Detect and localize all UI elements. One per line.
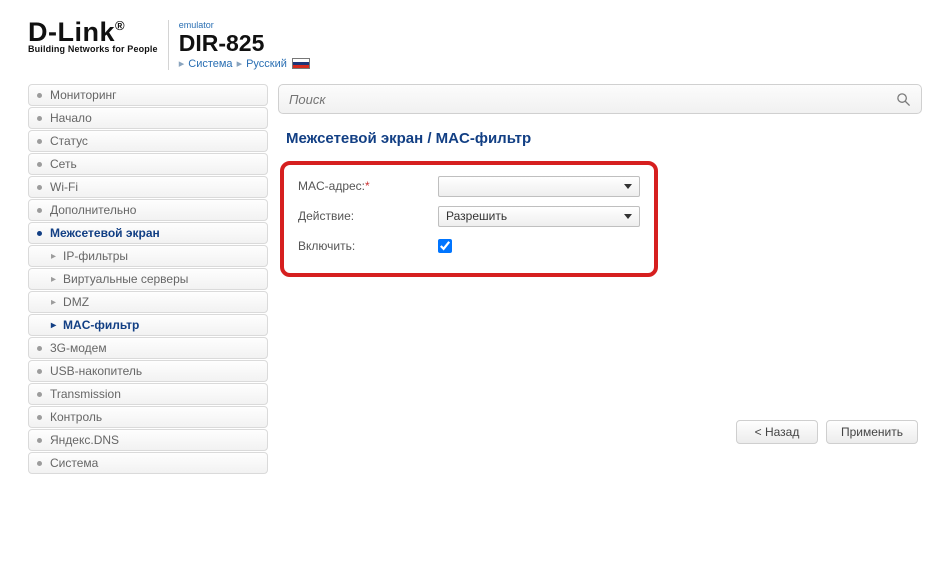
footer-buttons: < Назад Применить [736,420,918,444]
sidebar-item-label: Виртуальные серверы [63,272,188,286]
chevron-right-icon: ▸ [51,251,56,262]
action-value: Разрешить [446,209,507,223]
sidebar-item-label: Начало [50,111,92,125]
chevron-right-icon: ▸ [51,297,56,308]
sidebar-item-start[interactable]: Начало [28,107,268,129]
dot-icon [37,93,42,98]
search-icon[interactable] [896,92,911,107]
dot-icon [37,162,42,167]
sidebar-item-label: Wi-Fi [50,180,78,194]
sidebar-item-transmission[interactable]: Transmission [28,383,268,405]
action-label: Действие: [298,209,438,223]
chevron-down-icon [624,184,632,189]
breadcrumb: ▸ Система ▸ Русский [179,57,310,70]
dot-icon [37,208,42,213]
flag-ru-icon [292,58,310,69]
dot-icon [37,139,42,144]
sidebar-item-label: DMZ [63,295,89,309]
search-input[interactable] [289,92,896,107]
sidebar-item-label: Мониторинг [50,88,117,102]
apply-button[interactable]: Применить [826,420,918,444]
emulator-label: emulator [179,20,310,30]
dot-icon [37,461,42,466]
sidebar-item-monitoring[interactable]: Мониторинг [28,84,268,106]
chevron-right-icon: ▸ [51,320,56,331]
sidebar-item-advanced[interactable]: Дополнительно [28,199,268,221]
dot-icon [37,392,42,397]
brand-tagline: Building Networks for People [28,44,158,54]
sidebar-item-status[interactable]: Статус [28,130,268,152]
sidebar-item-system[interactable]: Система [28,452,268,474]
model-name: DIR-825 [179,30,310,57]
logo: D-Link® Building Networks for People [28,20,158,54]
action-select[interactable]: Разрешить [438,206,640,227]
dot-icon [37,369,42,374]
dot-icon [37,116,42,121]
enable-checkbox[interactable] [438,239,452,253]
sidebar-item-label: IP-фильтры [63,249,128,263]
sidebar-sub-mac-filter[interactable]: ▸ MAC-фильтр [28,314,268,336]
dot-icon [37,231,42,236]
chevron-right-icon: ▸ [179,57,185,70]
sidebar-item-label: USB-накопитель [50,364,142,378]
chevron-down-icon [624,214,632,219]
sidebar-item-yandex-dns[interactable]: Яндекс.DNS [28,429,268,451]
header: D-Link® Building Networks for People emu… [28,20,922,80]
sidebar-item-label: MAC-фильтр [63,318,139,332]
sidebar-item-network[interactable]: Сеть [28,153,268,175]
search-bar [278,84,922,114]
enable-label: Включить: [298,239,438,253]
breadcrumb-system[interactable]: Система [188,58,232,70]
mac-address-select[interactable] [438,176,640,197]
back-button[interactable]: < Назад [736,420,818,444]
sidebar-item-label: Сеть [50,157,77,171]
dot-icon [37,185,42,190]
dot-icon [37,346,42,351]
chevron-right-icon: ▸ [51,274,56,285]
dot-icon [37,438,42,443]
sidebar-item-label: Межсетевой экран [50,226,160,240]
dot-icon [37,415,42,420]
sidebar-item-firewall[interactable]: Межсетевой экран [28,222,268,244]
sidebar-item-usb[interactable]: USB-накопитель [28,360,268,382]
sidebar-item-label: Система [50,456,98,470]
main-content: Межсетевой экран / MAC-фильтр MAC-адрес:… [278,84,922,475]
sidebar-item-label: Яндекс.DNS [50,433,119,447]
page-title: Межсетевой экран / MAC-фильтр [278,130,922,147]
sidebar-sub-dmz[interactable]: ▸ DMZ [28,291,268,313]
sidebar-item-3g[interactable]: 3G-модем [28,337,268,359]
brand-name: D-Link® [28,20,158,44]
breadcrumb-language[interactable]: Русский [246,58,287,70]
chevron-right-icon: ▸ [237,57,243,70]
highlighted-form: MAC-адрес:* Действие: Разрешить Включить… [280,161,658,277]
model-block: emulator DIR-825 ▸ Система ▸ Русский [168,20,310,70]
sidebar-sub-virtual-servers[interactable]: ▸ Виртуальные серверы [28,268,268,290]
mac-address-label: MAC-адрес:* [298,179,438,193]
sidebar-item-label: Статус [50,134,88,148]
sidebar: Мониторинг Начало Статус Сеть Wi-Fi Допо… [28,84,268,475]
sidebar-sub-ip-filters[interactable]: ▸ IP-фильтры [28,245,268,267]
sidebar-item-label: Контроль [50,410,102,424]
sidebar-item-label: Transmission [50,387,121,401]
sidebar-item-wifi[interactable]: Wi-Fi [28,176,268,198]
sidebar-item-label: Дополнительно [50,203,136,217]
sidebar-item-label: 3G-модем [50,341,107,355]
sidebar-item-control[interactable]: Контроль [28,406,268,428]
